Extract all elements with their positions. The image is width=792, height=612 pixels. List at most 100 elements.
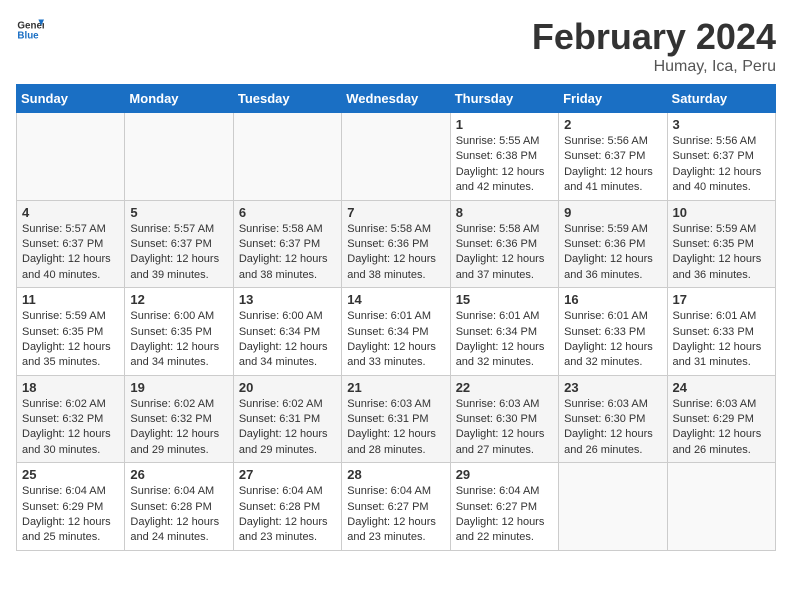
day-number: 25 xyxy=(22,467,119,482)
table-row: 24 Sunrise: 6:03 AM Sunset: 6:29 PM Dayli… xyxy=(667,375,775,463)
day-number: 17 xyxy=(673,292,770,307)
day-info: Sunrise: 5:56 AM Sunset: 6:37 PM Dayligh… xyxy=(673,134,770,196)
table-row xyxy=(342,113,450,201)
day-info: Sunrise: 6:04 AM Sunset: 6:27 PM Dayligh… xyxy=(347,484,444,546)
day-info: Sunrise: 5:58 AM Sunset: 6:37 PM Dayligh… xyxy=(239,222,336,284)
table-row: 9 Sunrise: 5:59 AM Sunset: 6:36 PM Daylig… xyxy=(559,200,667,288)
table-row: 21 Sunrise: 6:03 AM Sunset: 6:31 PM Dayli… xyxy=(342,375,450,463)
svg-text:Blue: Blue xyxy=(17,30,39,41)
day-info: Sunrise: 5:58 AM Sunset: 6:36 PM Dayligh… xyxy=(347,222,444,284)
day-number: 20 xyxy=(239,380,336,395)
table-row: 5 Sunrise: 5:57 AM Sunset: 6:37 PM Daylig… xyxy=(125,200,233,288)
day-info: Sunrise: 6:04 AM Sunset: 6:28 PM Dayligh… xyxy=(239,484,336,546)
table-row xyxy=(559,463,667,551)
logo: General Blue xyxy=(16,16,44,44)
table-row: 22Sunrise: 6:03 AM Sunset: 6:30 PM Dayli… xyxy=(450,375,558,463)
calendar-week-row: 11 Sunrise: 5:59 AM Sunset: 6:35 PM Dayli… xyxy=(17,288,776,376)
day-number: 10 xyxy=(673,205,770,220)
day-number: 8 xyxy=(456,205,553,220)
col-friday: Friday xyxy=(559,85,667,113)
day-number: 6 xyxy=(239,205,336,220)
table-row: 16 Sunrise: 6:01 AM Sunset: 6:33 PM Dayli… xyxy=(559,288,667,376)
table-row xyxy=(667,463,775,551)
col-thursday: Thursday xyxy=(450,85,558,113)
table-row: 11 Sunrise: 5:59 AM Sunset: 6:35 PM Dayli… xyxy=(17,288,125,376)
calendar-week-row: 25 Sunrise: 6:04 AM Sunset: 6:29 PM Dayli… xyxy=(17,463,776,551)
calendar-title: February 2024 xyxy=(532,16,776,58)
day-number: 18 xyxy=(22,380,119,395)
day-info: Sunrise: 6:03 AM Sunset: 6:29 PM Dayligh… xyxy=(673,397,770,459)
day-info: Sunrise: 5:56 AM Sunset: 6:37 PM Dayligh… xyxy=(564,134,661,196)
day-number: 21 xyxy=(347,380,444,395)
calendar-week-row: 18 Sunrise: 6:02 AM Sunset: 6:32 PM Dayli… xyxy=(17,375,776,463)
day-info: Sunrise: 5:59 AM Sunset: 6:35 PM Dayligh… xyxy=(673,222,770,284)
day-number: 13 xyxy=(239,292,336,307)
col-monday: Monday xyxy=(125,85,233,113)
col-tuesday: Tuesday xyxy=(233,85,341,113)
day-info: Sunrise: 6:01 AM Sunset: 6:34 PM Dayligh… xyxy=(347,309,444,371)
table-row: 27Sunrise: 6:04 AM Sunset: 6:28 PM Dayli… xyxy=(233,463,341,551)
table-row: 7 Sunrise: 5:58 AM Sunset: 6:36 PM Daylig… xyxy=(342,200,450,288)
table-row: 18 Sunrise: 6:02 AM Sunset: 6:32 PM Dayli… xyxy=(17,375,125,463)
day-info: Sunrise: 6:03 AM Sunset: 6:31 PM Dayligh… xyxy=(347,397,444,459)
day-info: Sunrise: 6:00 AM Sunset: 6:34 PM Dayligh… xyxy=(239,309,336,371)
day-number: 5 xyxy=(130,205,227,220)
table-row: 26Sunrise: 6:04 AM Sunset: 6:28 PM Dayli… xyxy=(125,463,233,551)
table-row: 3 Sunrise: 5:56 AM Sunset: 6:37 PM Daylig… xyxy=(667,113,775,201)
col-sunday: Sunday xyxy=(17,85,125,113)
day-info: Sunrise: 6:04 AM Sunset: 6:29 PM Dayligh… xyxy=(22,484,119,546)
calendar-week-row: 1Sunrise: 5:55 AM Sunset: 6:38 PM Daylig… xyxy=(17,113,776,201)
table-row: 12Sunrise: 6:00 AM Sunset: 6:35 PM Dayli… xyxy=(125,288,233,376)
table-row: 6 Sunrise: 5:58 AM Sunset: 6:37 PM Daylig… xyxy=(233,200,341,288)
day-number: 23 xyxy=(564,380,661,395)
table-row: 29Sunrise: 6:04 AM Sunset: 6:27 PM Dayli… xyxy=(450,463,558,551)
col-saturday: Saturday xyxy=(667,85,775,113)
table-row xyxy=(17,113,125,201)
day-number: 14 xyxy=(347,292,444,307)
day-info: Sunrise: 5:57 AM Sunset: 6:37 PM Dayligh… xyxy=(130,222,227,284)
table-row: 13 Sunrise: 6:00 AM Sunset: 6:34 PM Dayli… xyxy=(233,288,341,376)
table-row: 28 Sunrise: 6:04 AM Sunset: 6:27 PM Dayli… xyxy=(342,463,450,551)
calendar-table: Sunday Monday Tuesday Wednesday Thursday… xyxy=(16,84,776,551)
day-info: Sunrise: 6:02 AM Sunset: 6:31 PM Dayligh… xyxy=(239,397,336,459)
day-number: 19 xyxy=(130,380,227,395)
page-header: General Blue February 2024 Humay, Ica, P… xyxy=(16,16,776,76)
day-info: Sunrise: 6:01 AM Sunset: 6:33 PM Dayligh… xyxy=(673,309,770,371)
table-row: 1Sunrise: 5:55 AM Sunset: 6:38 PM Daylig… xyxy=(450,113,558,201)
day-number: 15 xyxy=(456,292,553,307)
day-number: 28 xyxy=(347,467,444,482)
table-row: 20 Sunrise: 6:02 AM Sunset: 6:31 PM Dayli… xyxy=(233,375,341,463)
day-number: 1 xyxy=(456,117,553,132)
day-number: 24 xyxy=(673,380,770,395)
day-info: Sunrise: 6:04 AM Sunset: 6:27 PM Dayligh… xyxy=(456,484,553,546)
calendar-header-row: Sunday Monday Tuesday Wednesday Thursday… xyxy=(17,85,776,113)
table-row: 25 Sunrise: 6:04 AM Sunset: 6:29 PM Dayli… xyxy=(17,463,125,551)
table-row: 14 Sunrise: 6:01 AM Sunset: 6:34 PM Dayli… xyxy=(342,288,450,376)
col-wednesday: Wednesday xyxy=(342,85,450,113)
day-info: Sunrise: 6:02 AM Sunset: 6:32 PM Dayligh… xyxy=(22,397,119,459)
calendar-week-row: 4 Sunrise: 5:57 AM Sunset: 6:37 PM Daylig… xyxy=(17,200,776,288)
table-row: 19 Sunrise: 6:02 AM Sunset: 6:32 PM Dayli… xyxy=(125,375,233,463)
day-info: Sunrise: 6:01 AM Sunset: 6:33 PM Dayligh… xyxy=(564,309,661,371)
day-number: 4 xyxy=(22,205,119,220)
day-info: Sunrise: 6:03 AM Sunset: 6:30 PM Dayligh… xyxy=(564,397,661,459)
day-info: Sunrise: 5:59 AM Sunset: 6:35 PM Dayligh… xyxy=(22,309,119,371)
day-number: 16 xyxy=(564,292,661,307)
day-number: 7 xyxy=(347,205,444,220)
day-number: 26 xyxy=(130,467,227,482)
table-row: 17 Sunrise: 6:01 AM Sunset: 6:33 PM Dayli… xyxy=(667,288,775,376)
day-info: Sunrise: 5:58 AM Sunset: 6:36 PM Dayligh… xyxy=(456,222,553,284)
title-section: February 2024 Humay, Ica, Peru xyxy=(532,16,776,76)
table-row xyxy=(233,113,341,201)
day-info: Sunrise: 5:59 AM Sunset: 6:36 PM Dayligh… xyxy=(564,222,661,284)
logo-icon: General Blue xyxy=(16,16,44,44)
day-number: 12 xyxy=(130,292,227,307)
table-row: 15 Sunrise: 6:01 AM Sunset: 6:34 PM Dayli… xyxy=(450,288,558,376)
table-row: 10 Sunrise: 5:59 AM Sunset: 6:35 PM Dayli… xyxy=(667,200,775,288)
day-number: 9 xyxy=(564,205,661,220)
day-info: Sunrise: 6:02 AM Sunset: 6:32 PM Dayligh… xyxy=(130,397,227,459)
day-number: 11 xyxy=(22,292,119,307)
day-info: Sunrise: 6:01 AM Sunset: 6:34 PM Dayligh… xyxy=(456,309,553,371)
table-row: 2Sunrise: 5:56 AM Sunset: 6:37 PM Daylig… xyxy=(559,113,667,201)
day-number: 3 xyxy=(673,117,770,132)
